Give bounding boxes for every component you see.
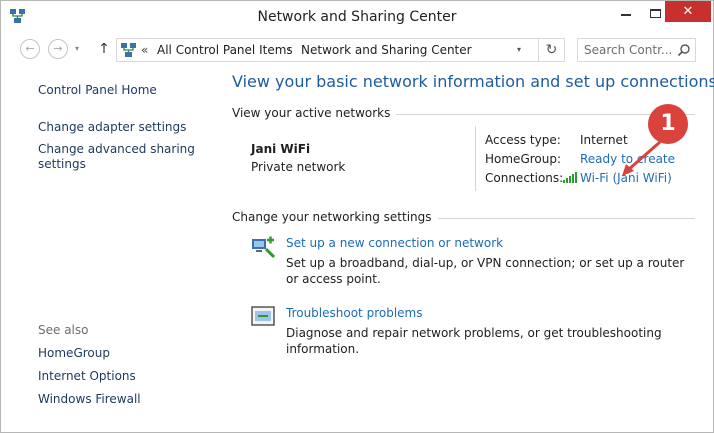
- window-title: Network and Sharing Center: [257, 9, 457, 25]
- connections-label: Connections:: [485, 171, 564, 185]
- recent-locations-dropdown[interactable]: ▾: [75, 44, 85, 54]
- windows-firewall-link[interactable]: Windows Firewall: [38, 392, 141, 407]
- change-adapter-settings-link[interactable]: Change adapter settings: [38, 120, 186, 135]
- maximize-icon: [650, 9, 661, 18]
- back-button[interactable]: ←: [20, 39, 40, 59]
- change-advanced-sharing-settings-link[interactable]: Change advanced sharing settings: [38, 142, 198, 172]
- control-panel-icon: [121, 43, 136, 57]
- breadcrumb-all-control-panel-items[interactable]: All Control Panel Items: [157, 39, 293, 61]
- homegroup-link[interactable]: HomeGroup: [38, 346, 110, 361]
- search-box[interactable]: [577, 38, 696, 62]
- network-type[interactable]: Private network: [251, 160, 345, 174]
- troubleshoot-link[interactable]: Troubleshoot problems: [286, 306, 422, 320]
- internet-options-link[interactable]: Internet Options: [38, 369, 136, 384]
- setup-connection-description: Set up a broadband, dial-up, or VPN conn…: [286, 256, 685, 286]
- close-icon: ✕: [682, 4, 694, 19]
- left-pane: Control Panel Home Change adapter settin…: [1, 71, 214, 426]
- search-input[interactable]: [584, 41, 674, 59]
- change-settings-title: Change your networking settings: [232, 210, 438, 224]
- annotation-badge: 1: [648, 104, 688, 144]
- active-networks-title: View your active networks: [232, 106, 397, 120]
- address-dropdown-button[interactable]: ▾: [513, 39, 525, 61]
- main-content: View your basic network information and …: [214, 63, 714, 428]
- refresh-button[interactable]: ↻: [539, 38, 565, 62]
- homegroup-label: HomeGroup:: [485, 152, 562, 166]
- up-button[interactable]: ↑: [97, 40, 111, 58]
- title-bar: Network and Sharing Center ✕: [1, 1, 713, 33]
- new-connection-icon: [252, 236, 276, 259]
- wifi-signal-icon: [563, 172, 577, 183]
- navigation-bar: ← → ▾ ↑ « All Control Panel Items › Netw…: [1, 37, 713, 63]
- minimize-icon: [621, 14, 631, 16]
- troubleshoot-description: Diagnose and repair network problems, or…: [286, 326, 662, 356]
- annotation-arrow-icon: [622, 140, 661, 176]
- forward-button[interactable]: →: [48, 39, 68, 59]
- control-panel-home-link[interactable]: Control Panel Home: [38, 83, 157, 98]
- breadcrumb-overflow[interactable]: «: [141, 39, 148, 61]
- page-heading: View your basic network information and …: [232, 72, 714, 91]
- see-also-label: See also: [38, 323, 89, 337]
- breadcrumb-network-and-sharing-center[interactable]: Network and Sharing Center: [301, 39, 472, 61]
- network-name: Jani WiFi: [251, 142, 311, 156]
- divider-vertical: [475, 126, 476, 191]
- address-bar[interactable]: « All Control Panel Items › Network and …: [116, 38, 539, 62]
- setup-connection-link[interactable]: Set up a new connection or network: [286, 236, 503, 250]
- breadcrumb-separator[interactable]: ›: [287, 39, 291, 61]
- access-type-label: Access type:: [485, 133, 561, 147]
- troubleshoot-icon: [251, 306, 275, 326]
- window: Network and Sharing Center ✕ ← → ▾ ↑ « A…: [0, 0, 714, 433]
- close-button[interactable]: ✕: [665, 1, 711, 22]
- search-icon[interactable]: [677, 43, 691, 57]
- minimize-button[interactable]: [611, 1, 641, 29]
